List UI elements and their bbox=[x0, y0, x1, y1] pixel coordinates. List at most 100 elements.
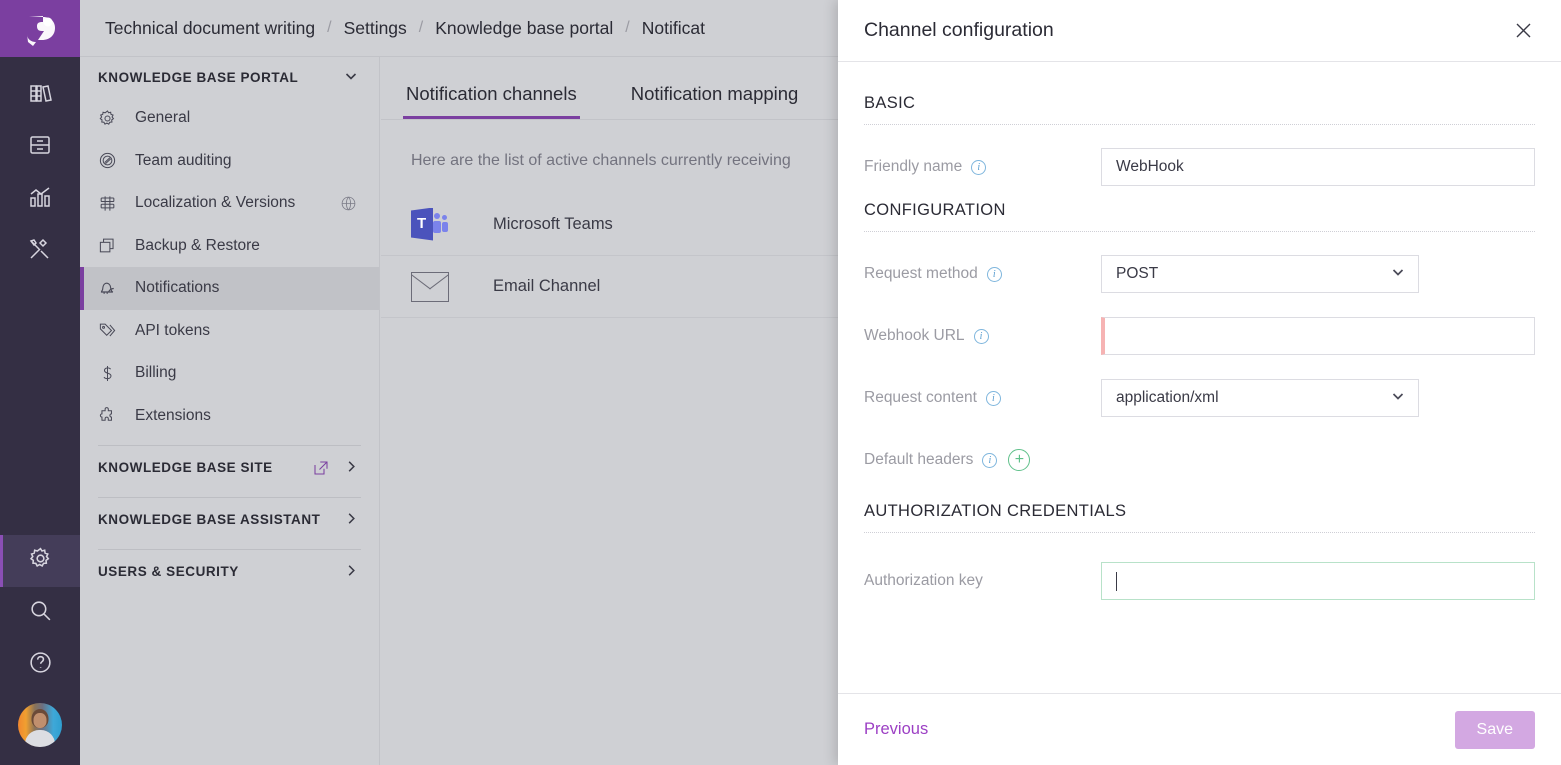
dollar-icon bbox=[98, 364, 130, 383]
envelope-icon bbox=[411, 271, 457, 302]
sidebar-item-backup-restore[interactable]: Backup & Restore bbox=[80, 225, 379, 268]
channel-name: Microsoft Teams bbox=[493, 215, 613, 233]
friendly-name-input[interactable]: WebHook bbox=[1101, 148, 1535, 186]
user-avatar[interactable] bbox=[18, 703, 62, 747]
field-row-friendly-name: Friendly name i WebHook bbox=[864, 147, 1535, 187]
field-row-webhook-url: Webhook URL i bbox=[864, 316, 1535, 356]
info-icon[interactable]: i bbox=[971, 159, 987, 175]
authorization-key-label: Authorization key bbox=[864, 572, 1101, 590]
field-label-text: Webhook URL bbox=[864, 327, 965, 344]
info-icon[interactable]: i bbox=[982, 452, 998, 468]
breadcrumb-item-portal[interactable]: Knowledge base portal bbox=[435, 18, 613, 39]
rail-item-documentation[interactable] bbox=[0, 69, 80, 121]
sidebar-item-label: Notifications bbox=[135, 279, 220, 297]
chevron-down-icon bbox=[343, 68, 359, 87]
chevron-down-icon bbox=[1390, 388, 1406, 409]
field-label-text: Default headers bbox=[864, 451, 974, 468]
add-header-button[interactable]: + bbox=[1008, 449, 1031, 471]
bell-icon bbox=[98, 278, 130, 299]
friendly-name-label: Friendly name i bbox=[864, 158, 1101, 176]
nav-section-knowledge-base-site[interactable]: KNOWLEDGE BASE SITE bbox=[80, 446, 379, 489]
tag-icon bbox=[98, 321, 130, 340]
app-logo[interactable] bbox=[0, 0, 80, 57]
section-rule bbox=[864, 231, 1535, 232]
sidebar-item-label: Team auditing bbox=[135, 151, 232, 169]
breadcrumb-separator: / bbox=[327, 19, 332, 36]
authorization-key-input[interactable] bbox=[1101, 562, 1535, 600]
text-caret bbox=[1116, 571, 1117, 591]
rail-item-settings[interactable] bbox=[0, 535, 80, 587]
request-content-label: Request content i bbox=[864, 389, 1101, 407]
request-content-select[interactable]: application/xml bbox=[1101, 379, 1419, 417]
field-row-default-headers: Default headers i + bbox=[864, 440, 1535, 480]
channel-configuration-modal: Channel configuration BASIC Friendly nam… bbox=[838, 0, 1561, 765]
document360-logo-icon bbox=[27, 15, 55, 46]
tab-notification-mapping[interactable]: Notification mapping bbox=[628, 83, 802, 119]
info-icon[interactable]: i bbox=[986, 266, 1002, 282]
tools-icon bbox=[28, 237, 52, 266]
nav-section-users-security[interactable]: USERS & SECURITY bbox=[80, 550, 379, 593]
field-row-request-content: Request content i application/xml bbox=[864, 378, 1535, 418]
sidebar-item-label: General bbox=[135, 109, 191, 127]
rail-primary-icons bbox=[0, 69, 80, 277]
field-label-text: Authorization key bbox=[864, 572, 983, 589]
icon-rail bbox=[0, 0, 80, 765]
section-rule bbox=[864, 124, 1535, 125]
settings-nav-panel: KNOWLEDGE BASE PORTAL General Team audit… bbox=[80, 57, 380, 765]
info-icon[interactable]: i bbox=[973, 328, 989, 344]
sidebar-item-localization-versions[interactable]: Localization & Versions bbox=[80, 182, 379, 225]
breadcrumb-item-project[interactable]: Technical document writing bbox=[105, 18, 315, 39]
rail-bottom-icons bbox=[0, 535, 80, 765]
search-icon bbox=[28, 598, 53, 628]
field-row-request-method: Request method i POST bbox=[864, 254, 1535, 294]
layers-icon bbox=[98, 194, 130, 213]
breadcrumb-item-notifications[interactable]: Notificat bbox=[642, 18, 705, 39]
previous-button[interactable]: Previous bbox=[864, 720, 928, 739]
sidebar-item-billing[interactable]: Billing bbox=[80, 352, 379, 395]
sidebar-item-extensions[interactable]: Extensions bbox=[80, 395, 379, 438]
sidebar-item-label: Billing bbox=[135, 364, 177, 382]
avatar-face bbox=[33, 713, 47, 728]
sidebar-item-general[interactable]: General bbox=[80, 97, 379, 140]
rail-item-analytics[interactable] bbox=[0, 173, 80, 225]
external-link-icon[interactable] bbox=[312, 459, 330, 477]
rail-item-drive[interactable] bbox=[0, 121, 80, 173]
nav-group-knowledge-base-portal[interactable]: KNOWLEDGE BASE PORTAL bbox=[80, 57, 379, 97]
info-icon[interactable]: i bbox=[985, 390, 1001, 406]
sidebar-item-notifications[interactable]: Notifications bbox=[80, 267, 379, 310]
puzzle-icon bbox=[98, 406, 130, 425]
avatar-body bbox=[25, 730, 55, 747]
gear-icon bbox=[98, 109, 130, 128]
rail-item-search[interactable] bbox=[0, 587, 80, 639]
section-rule bbox=[864, 532, 1535, 533]
breadcrumb: Technical document writing / Settings / … bbox=[105, 18, 705, 39]
rail-item-help[interactable] bbox=[0, 639, 80, 691]
webhook-url-input[interactable] bbox=[1101, 317, 1535, 355]
request-content-value: application/xml bbox=[1116, 389, 1219, 406]
channel-name: Email Channel bbox=[493, 277, 601, 295]
save-button[interactable]: Save bbox=[1454, 710, 1535, 749]
sidebar-item-label: API tokens bbox=[135, 321, 210, 339]
nav-section-label: KNOWLEDGE BASE SITE bbox=[98, 460, 273, 475]
help-icon bbox=[28, 650, 53, 680]
drive-icon bbox=[28, 133, 52, 162]
rail-item-tools[interactable] bbox=[0, 225, 80, 277]
breadcrumb-separator: / bbox=[625, 19, 630, 36]
nav-section-knowledge-base-assistant[interactable]: KNOWLEDGE BASE ASSISTANT bbox=[80, 498, 379, 541]
tab-notification-channels[interactable]: Notification channels bbox=[403, 83, 580, 119]
request-method-label: Request method i bbox=[864, 265, 1101, 283]
sidebar-item-api-tokens[interactable]: API tokens bbox=[80, 310, 379, 353]
breadcrumb-item-settings[interactable]: Settings bbox=[344, 18, 407, 39]
globe-icon[interactable] bbox=[340, 195, 357, 212]
sidebar-item-label: Backup & Restore bbox=[135, 236, 260, 254]
chevron-down-icon bbox=[1390, 264, 1406, 285]
section-title-configuration: CONFIGURATION bbox=[864, 201, 1006, 219]
request-method-value: POST bbox=[1116, 265, 1159, 282]
backup-icon bbox=[98, 236, 130, 255]
field-row-authorization-key: Authorization key bbox=[864, 561, 1535, 601]
request-method-select[interactable]: POST bbox=[1101, 255, 1419, 293]
chevron-right-icon bbox=[344, 459, 359, 477]
audit-icon bbox=[98, 151, 130, 170]
close-icon[interactable] bbox=[1509, 17, 1537, 45]
sidebar-item-team-auditing[interactable]: Team auditing bbox=[80, 140, 379, 183]
